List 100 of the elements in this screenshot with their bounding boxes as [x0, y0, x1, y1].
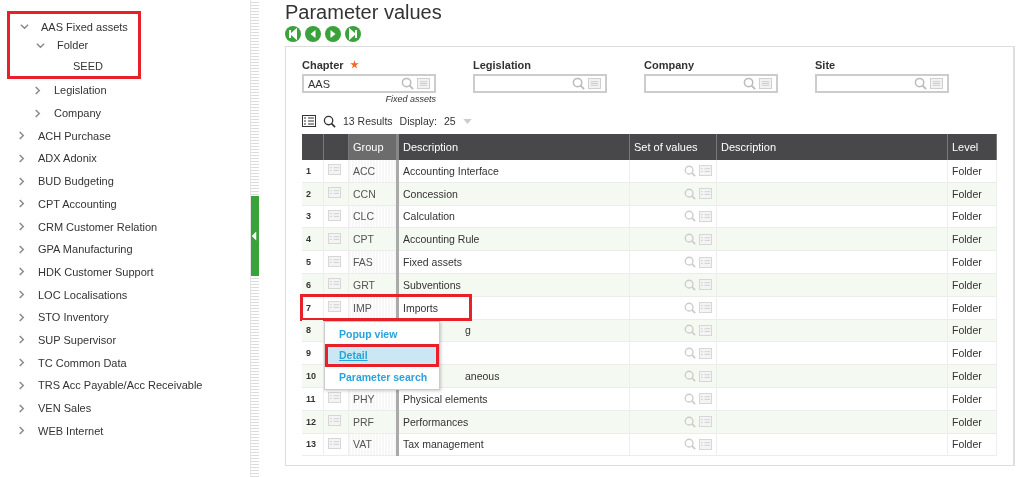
tree-item[interactable]: CPT Accounting: [38, 197, 117, 210]
page-title: Parameter values: [285, 0, 443, 24]
chevron-right-icon[interactable]: [17, 403, 26, 413]
column-header[interactable]: Level: [947, 134, 997, 160]
table-cell: Performances: [403, 415, 469, 428]
column-header[interactable]: Description: [397, 134, 630, 160]
table-cell: PRF: [353, 415, 374, 428]
table-cell: aneous: [465, 370, 500, 383]
row-detail-icon[interactable]: [328, 255, 341, 267]
tree-item[interactable]: GPA Manufacturing: [38, 243, 133, 256]
results-count: 13 Results: [343, 115, 393, 127]
row-number: 12: [306, 416, 316, 427]
table-cell: Folder: [952, 233, 982, 246]
chevron-right-icon[interactable]: [33, 85, 42, 95]
next-record-icon[interactable]: [325, 26, 341, 42]
row-detail-icon[interactable]: [328, 437, 341, 449]
table-cell: Folder: [952, 415, 982, 428]
table-cell: Folder: [952, 278, 982, 291]
chevron-right-icon[interactable]: [17, 312, 26, 322]
chevron-right-icon[interactable]: [17, 176, 26, 186]
table-cell: IMP: [353, 301, 372, 314]
table-cell: ACC: [353, 164, 376, 177]
table-cell: VAT: [353, 438, 372, 451]
chevron-right-icon[interactable]: [17, 222, 26, 232]
tree-item[interactable]: BUD Budgeting: [38, 175, 114, 188]
table-cell: CLC: [353, 210, 374, 223]
tree-item[interactable]: ADX Adonix: [38, 152, 97, 165]
chevron-right-icon[interactable]: [17, 380, 26, 390]
row-detail-icon[interactable]: [328, 278, 341, 290]
chevron-right-icon[interactable]: [17, 244, 26, 254]
table-cell: Folder: [952, 187, 982, 200]
tree-item[interactable]: TC Common Data: [38, 356, 127, 369]
table-cell: Folder: [952, 347, 982, 360]
column-header[interactable]: Set of values: [629, 134, 717, 160]
table-cell: FAS: [353, 256, 373, 269]
table-cell: Fixed assets: [403, 256, 462, 269]
chevron-down-icon[interactable]: [36, 40, 45, 50]
header-cell: [302, 134, 324, 160]
chevron-right-icon[interactable]: [17, 199, 26, 209]
chevron-down-icon[interactable]: [20, 22, 29, 32]
table-cell: Folder: [952, 256, 982, 269]
chevron-right-icon[interactable]: [17, 153, 26, 163]
tree-item[interactable]: VEN Sales: [38, 402, 92, 415]
row-number: 10: [306, 371, 316, 382]
table-cell: Concession: [403, 187, 458, 200]
tree-item[interactable]: CRM Customer Relation: [38, 220, 158, 233]
tree-item[interactable]: ACH Purchase: [38, 129, 111, 142]
search-icon[interactable]: [323, 114, 336, 128]
row-detail-icon[interactable]: [328, 392, 341, 404]
row-detail-icon[interactable]: [328, 210, 341, 221]
row-number: 8: [306, 325, 311, 336]
chevron-right-icon[interactable]: [17, 290, 26, 300]
row-detail-icon[interactable]: [328, 301, 341, 313]
row-number: 11: [306, 393, 316, 404]
header-cell: [323, 134, 349, 160]
row-number: 1: [306, 165, 311, 176]
table-cell: Accounting Rule: [403, 233, 480, 246]
chevron-right-icon[interactable]: [17, 335, 26, 345]
display-value[interactable]: 25: [443, 115, 456, 127]
table-cell: Calculation: [403, 210, 455, 223]
prev-record-icon[interactable]: [305, 26, 321, 42]
collapse-handle[interactable]: [251, 196, 259, 276]
chevron-right-icon[interactable]: [33, 108, 42, 118]
row-number: 7: [306, 302, 311, 313]
list-icon[interactable]: [302, 115, 316, 127]
field-label: Chapter: [302, 58, 344, 71]
chevron-right-icon[interactable]: [17, 267, 26, 277]
row-number: 2: [306, 188, 311, 199]
tree-item[interactable]: Company: [54, 107, 102, 120]
dropdown-caret-icon[interactable]: [462, 118, 472, 124]
table-cell: CPT: [353, 233, 374, 246]
chevron-right-icon[interactable]: [17, 131, 26, 141]
chevron-right-icon[interactable]: [17, 358, 26, 368]
row-detail-icon[interactable]: [328, 232, 341, 244]
row-detail-icon[interactable]: [328, 187, 341, 199]
table-cell: Folder: [952, 392, 982, 405]
tree-item[interactable]: STO Inventory: [38, 311, 109, 324]
row-detail-icon[interactable]: [328, 415, 341, 427]
tree-item[interactable]: HDK Customer Support: [38, 265, 154, 278]
table-cell: Subventions: [403, 278, 461, 291]
tree-item[interactable]: SEED: [73, 60, 103, 73]
table-cell: Imports: [403, 301, 438, 314]
row-detail-icon[interactable]: [328, 164, 341, 176]
table-cell: Accounting Interface: [403, 164, 499, 177]
tree-item[interactable]: LOC Localisations: [38, 288, 128, 301]
tree-item[interactable]: TRS Acc Payable/Acc Receivable: [38, 379, 203, 392]
field-label: Company: [644, 58, 695, 71]
table-cell: CCN: [353, 187, 376, 200]
column-header[interactable]: Description: [716, 134, 948, 160]
chevron-right-icon[interactable]: [17, 426, 26, 436]
table-cell: GRT: [353, 278, 375, 291]
row-number: 5: [306, 257, 311, 268]
last-record-icon[interactable]: [345, 26, 361, 42]
tree-item[interactable]: SUP Supervisor: [38, 333, 117, 346]
row-number: 3: [306, 211, 311, 222]
column-header[interactable]: Group: [348, 134, 398, 160]
first-record-icon[interactable]: [285, 26, 301, 42]
tree-item[interactable]: Folder: [57, 39, 89, 52]
tree-item[interactable]: WEB Internet: [38, 424, 104, 437]
tree-item[interactable]: Legislation: [54, 84, 107, 97]
